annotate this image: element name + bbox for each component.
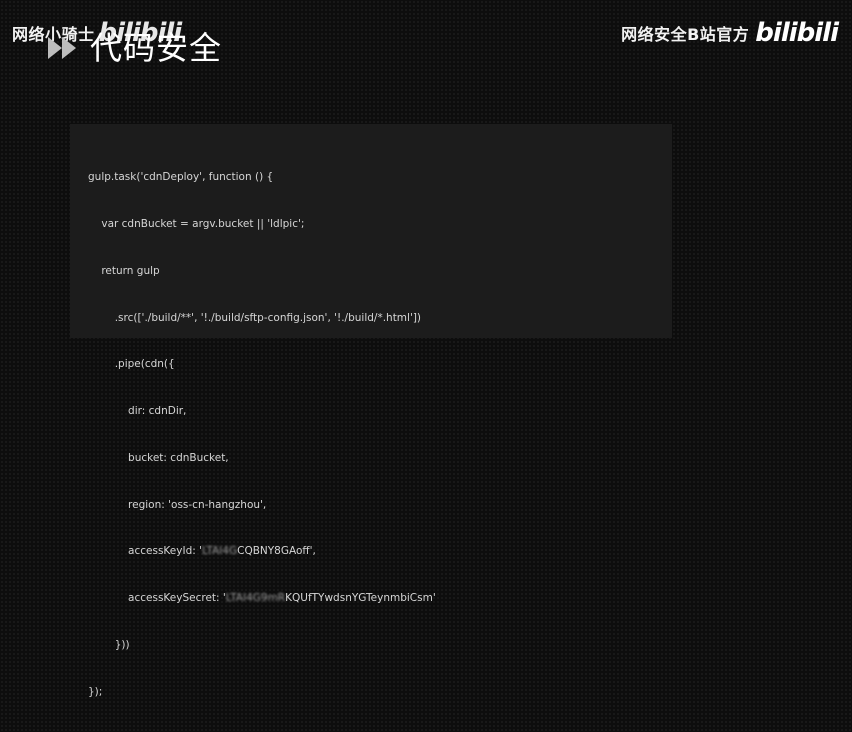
access-key-id-masked: LTAI4G (202, 545, 238, 558)
code-line-12: }); (88, 685, 103, 698)
code-line-access-key-secret: accessKeySecret: 'LTAI4G9mRKQUfTYwdsnYGT… (88, 591, 672, 607)
access-key-id-label: accessKeyId: ' (88, 545, 202, 558)
code-line-6: dir: cdnDir, (88, 405, 187, 418)
access-key-id-tail: CQBNY8GAoff', (237, 545, 316, 558)
channel-name-right: 网络安全B站官方 (621, 25, 750, 44)
bilibili-logo-right: bilibili (755, 18, 839, 48)
code-line-8: region: 'oss-cn-hangzhou', (88, 498, 267, 511)
access-key-secret-masked: LTAI4G9mR (225, 592, 286, 605)
code-line-7: bucket: cdnBucket, (88, 451, 229, 464)
code-line-11: })) (88, 639, 130, 651)
code-line-5: .pipe(cdn({ (88, 358, 175, 371)
code-line-1: gulp.task('cdnDeploy', function () { (88, 171, 274, 184)
slide-header: 代码安全 (46, 32, 222, 64)
code-panel: gulp.task('cdnDeploy', function () { var… (70, 124, 672, 698)
code-line-access-key-id: accessKeyId: 'LTAI4GCQBNY8GAoff', (88, 544, 672, 560)
code-line-2: var cdnBucket = argv.bucket || 'ldlpic'; (88, 217, 305, 230)
page-title: 代码安全 (90, 29, 223, 67)
code-line-4: .src(['./build/**', '!./build/sftp-confi… (88, 311, 422, 324)
fast-forward-icon (46, 34, 80, 62)
watermark-right: 网络安全B站官方 bilibili (621, 18, 839, 48)
access-key-secret-tail: KQUfTYwdsnYGTeynmbiCsm' (285, 592, 436, 605)
access-key-secret-label: accessKeySecret: ' (88, 592, 226, 605)
code-line-3: return gulp (88, 264, 160, 277)
code-block: gulp.task('cdnDeploy', function () { var… (88, 139, 672, 732)
